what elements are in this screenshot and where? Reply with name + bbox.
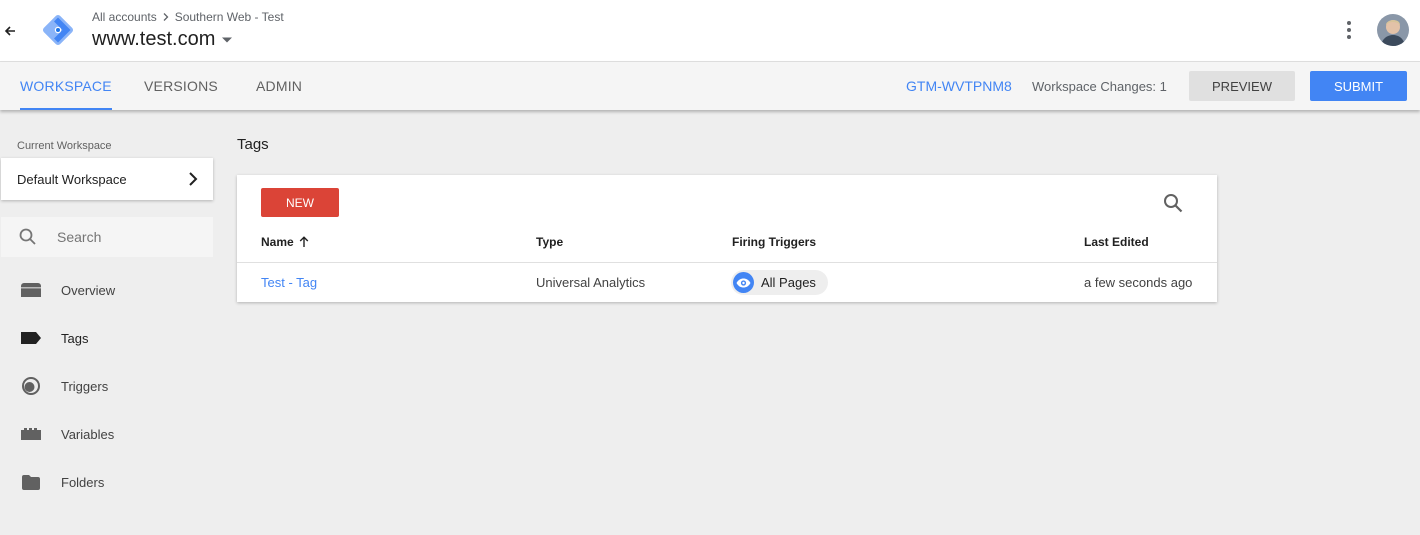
sidebar-item-tags[interactable]: Tags: [0, 318, 213, 358]
gtm-logo: [42, 14, 74, 46]
current-workspace-label: Current Workspace: [17, 140, 112, 152]
new-tag-button[interactable]: NEW: [261, 188, 339, 217]
container-id-link[interactable]: GTM-WVTPNM8: [906, 62, 1012, 110]
chevron-right-icon: [189, 172, 198, 186]
table-divider: [237, 262, 1217, 263]
top-header: All accounts Southern Web - Test www.tes…: [0, 0, 1420, 62]
tab-admin[interactable]: ADMIN: [256, 62, 302, 110]
sidebar-search-input[interactable]: [57, 229, 197, 245]
sidebar-item-triggers[interactable]: Triggers: [0, 366, 213, 406]
column-header-type: Type: [536, 235, 564, 249]
current-workspace-selector[interactable]: Default Workspace: [1, 158, 213, 200]
eye-icon: [733, 272, 754, 293]
column-header-name[interactable]: Name: [261, 235, 309, 249]
sidebar-item-folders[interactable]: Folders: [0, 462, 213, 502]
folder-icon: [20, 473, 42, 491]
arrow-up-icon: [299, 236, 308, 247]
arrow-left-icon: [4, 26, 15, 36]
back-button[interactable]: [2, 22, 18, 40]
search-icon[interactable]: [1162, 192, 1184, 214]
avatar[interactable]: [1377, 14, 1409, 46]
breadcrumb-all-accounts[interactable]: All accounts: [92, 10, 157, 24]
breadcrumb-account[interactable]: Southern Web - Test: [175, 10, 284, 24]
sidebar-item-label: Overview: [61, 282, 116, 298]
sidebar-item-label: Tags: [61, 330, 89, 346]
firing-trigger-chip[interactable]: All Pages: [731, 270, 828, 295]
workspace-navbar: WORKSPACE VERSIONS ADMIN GTM-WVTPNM8 Wor…: [0, 62, 1420, 110]
overview-icon: [20, 281, 42, 299]
preview-button[interactable]: PREVIEW: [1189, 71, 1295, 101]
workspace-changes: Workspace Changes: 1: [1032, 78, 1167, 94]
tab-versions[interactable]: VERSIONS: [144, 62, 218, 110]
tag-icon: [20, 329, 42, 347]
variables-icon: [20, 425, 42, 443]
column-header-firing-triggers: Firing Triggers: [732, 235, 817, 249]
dropdown-arrow-icon: [222, 37, 233, 42]
container-name: www.test.com: [92, 28, 216, 50]
sidebar-item-label: Folders: [61, 474, 105, 490]
sidebar-item-variables[interactable]: Variables: [0, 414, 213, 454]
chevron-right-icon: [163, 13, 169, 21]
container-selector[interactable]: www.test.com: [92, 28, 233, 51]
tags-table-card: NEW Name Type Firing Triggers Last Edite…: [237, 175, 1217, 302]
breadcrumb: All accounts Southern Web - Test: [92, 10, 284, 24]
search-icon: [19, 228, 36, 245]
more-vert-icon[interactable]: [1340, 20, 1358, 40]
sidebar-item-label: Triggers: [61, 378, 109, 394]
column-header-last-edited: Last Edited: [1084, 235, 1149, 249]
tag-type: Universal Analytics: [536, 275, 646, 290]
current-workspace-name: Default Workspace: [17, 171, 127, 187]
tag-name-link[interactable]: Test - Tag: [261, 275, 317, 290]
trigger-icon: [20, 377, 42, 395]
trigger-label: All Pages: [761, 275, 816, 290]
submit-button[interactable]: SUBMIT: [1310, 71, 1407, 101]
tab-workspace[interactable]: WORKSPACE: [20, 62, 112, 110]
sidebar-search: [1, 217, 213, 257]
sidebar-item-label: Variables: [61, 426, 115, 442]
sidebar-item-overview[interactable]: Overview: [0, 270, 213, 310]
last-edited: a few seconds ago: [1084, 275, 1193, 290]
page-title: Tags: [237, 136, 269, 153]
